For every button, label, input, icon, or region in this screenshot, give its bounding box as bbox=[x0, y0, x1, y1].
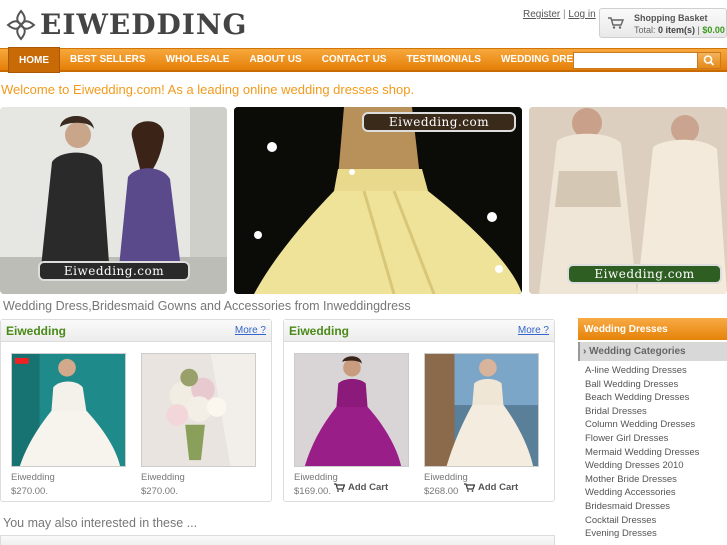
nav-home[interactable]: HOME bbox=[8, 47, 60, 73]
add-cart-label: Add Cart bbox=[478, 482, 519, 493]
sidebar-item[interactable]: Cocktail Dresses bbox=[585, 514, 727, 528]
product-image[interactable] bbox=[294, 353, 409, 467]
basket-title: Shopping Basket bbox=[634, 13, 708, 23]
sidebar-item[interactable]: Mermaid Wedding Dresses bbox=[585, 446, 727, 460]
sidebar-item[interactable]: Beach Wedding Dresses bbox=[585, 391, 727, 405]
product-box: Eiwedding More ? Eiwedding $169.00. Add … bbox=[283, 319, 555, 502]
sidebar: Wedding Dresses › Wedding Categories A-l… bbox=[578, 318, 727, 541]
nav-contact-us[interactable]: CONTACT US bbox=[312, 49, 397, 70]
sidebar-category-header[interactable]: › Wedding Categories bbox=[578, 342, 727, 361]
product-image[interactable] bbox=[11, 353, 126, 467]
sidebar-item[interactable]: Bridal Dresses bbox=[585, 405, 727, 419]
search-box bbox=[573, 52, 721, 69]
product-card[interactable]: Eiwedding $270.00. bbox=[141, 353, 257, 497]
product-card[interactable]: Eiwedding $169.00. Add Cart bbox=[294, 353, 410, 497]
section-subtitle: Wedding Dress,Bridesmaid Gowns and Acces… bbox=[3, 299, 411, 313]
add-cart-label: Add Cart bbox=[348, 482, 389, 493]
basket-item-count: 0 item(s) bbox=[658, 25, 696, 35]
logo-emblem-icon bbox=[6, 8, 36, 41]
yellow-gown-photo bbox=[234, 107, 522, 294]
banner-watermark: Eiwedding.com bbox=[567, 264, 722, 284]
banner-watermark: Eiwedding.com bbox=[38, 261, 190, 281]
product-card[interactable]: Eiwedding $270.00. bbox=[11, 353, 127, 497]
sidebar-header[interactable]: Wedding Dresses bbox=[578, 318, 727, 340]
banner-bridesmaids[interactable]: Eiwedding.com bbox=[0, 107, 227, 294]
product-image[interactable] bbox=[141, 353, 256, 467]
product-box: Eiwedding More ? Eiwedding $270.00. Eiwe… bbox=[0, 319, 272, 502]
logo-text: Eiwedding bbox=[40, 8, 248, 41]
sidebar-category-label: Wedding Categories bbox=[589, 346, 686, 357]
product-name[interactable]: Eiwedding bbox=[11, 472, 127, 483]
search-icon bbox=[703, 55, 715, 66]
sidebar-item[interactable]: Mother Bride Dresses bbox=[585, 473, 727, 487]
product-price: $270.00. bbox=[11, 486, 48, 497]
sidebar-item[interactable]: A-line Wedding Dresses bbox=[585, 364, 727, 378]
banner-yellow-gown[interactable]: Eiwedding.com bbox=[234, 107, 522, 294]
search-input[interactable] bbox=[574, 53, 696, 68]
nav-about-us[interactable]: ABOUT US bbox=[239, 49, 311, 70]
sidebar-item[interactable]: Bridesmaid Dresses bbox=[585, 500, 727, 514]
register-link[interactable]: Register bbox=[523, 9, 560, 20]
banner-ivory-dresses[interactable]: Eiwedding.com bbox=[529, 107, 727, 294]
sidebar-item[interactable]: Wedding Dresses 2010 bbox=[585, 459, 727, 473]
banner-watermark: Eiwedding.com bbox=[362, 112, 516, 132]
product-card[interactable]: Eiwedding $268.00 Add Cart bbox=[424, 353, 540, 497]
cart-icon bbox=[334, 483, 345, 492]
product-box-header: Eiwedding More ? bbox=[1, 320, 271, 342]
more-link[interactable]: More ? bbox=[518, 325, 549, 336]
product-price: $270.00. bbox=[141, 486, 178, 497]
search-button[interactable] bbox=[697, 52, 721, 69]
shopping-basket[interactable]: Shopping Basket Total: 0 item(s) | $0.00 bbox=[599, 8, 727, 38]
cart-icon bbox=[608, 17, 624, 29]
add-cart-button[interactable]: Add Cart bbox=[464, 482, 518, 493]
sidebar-item[interactable]: Flower Girl Dresses bbox=[585, 432, 727, 446]
basket-total-label: Total: bbox=[634, 25, 656, 35]
more-link[interactable]: More ? bbox=[235, 325, 266, 336]
interested-heading: You may also interested in these ... bbox=[3, 516, 198, 530]
nav-testimonials[interactable]: TESTIMONIALS bbox=[397, 49, 491, 70]
sidebar-item[interactable]: Evening Dresses bbox=[585, 527, 727, 541]
nav-wholesale[interactable]: WHOLESALE bbox=[156, 49, 240, 70]
sidebar-list: A-line Wedding Dresses Ball Wedding Dres… bbox=[578, 364, 727, 541]
basket-summary: Total: 0 item(s) | $0.00 bbox=[634, 25, 725, 35]
nav-best-sellers[interactable]: BEST SELLERS bbox=[60, 49, 156, 70]
related-products-box bbox=[0, 535, 555, 545]
cart-icon bbox=[464, 483, 475, 492]
product-box-header: Eiwedding More ? bbox=[284, 320, 554, 342]
chevron-right-icon: › bbox=[583, 346, 587, 357]
main-nav: HOME BEST SELLERS WHOLESALE ABOUT US CON… bbox=[0, 47, 727, 73]
welcome-message: Welcome to Eiwedding.com! As a leading o… bbox=[1, 82, 415, 97]
product-image[interactable] bbox=[424, 353, 539, 467]
product-name[interactable]: Eiwedding bbox=[141, 472, 257, 483]
product-box-title: Eiwedding bbox=[6, 324, 66, 338]
basket-total-price: $0.00 bbox=[702, 25, 725, 35]
product-box-title: Eiwedding bbox=[289, 324, 349, 338]
sidebar-item[interactable]: Column Wedding Dresses bbox=[585, 418, 727, 432]
sidebar-item[interactable]: Ball Wedding Dresses bbox=[585, 378, 727, 392]
login-link[interactable]: Log in bbox=[568, 9, 595, 20]
site-logo[interactable]: Eiwedding bbox=[6, 8, 247, 41]
add-cart-button[interactable]: Add Cart bbox=[334, 482, 388, 493]
account-links: Register | Log in bbox=[523, 9, 596, 20]
sidebar-item[interactable]: Wedding Accessories bbox=[585, 486, 727, 500]
